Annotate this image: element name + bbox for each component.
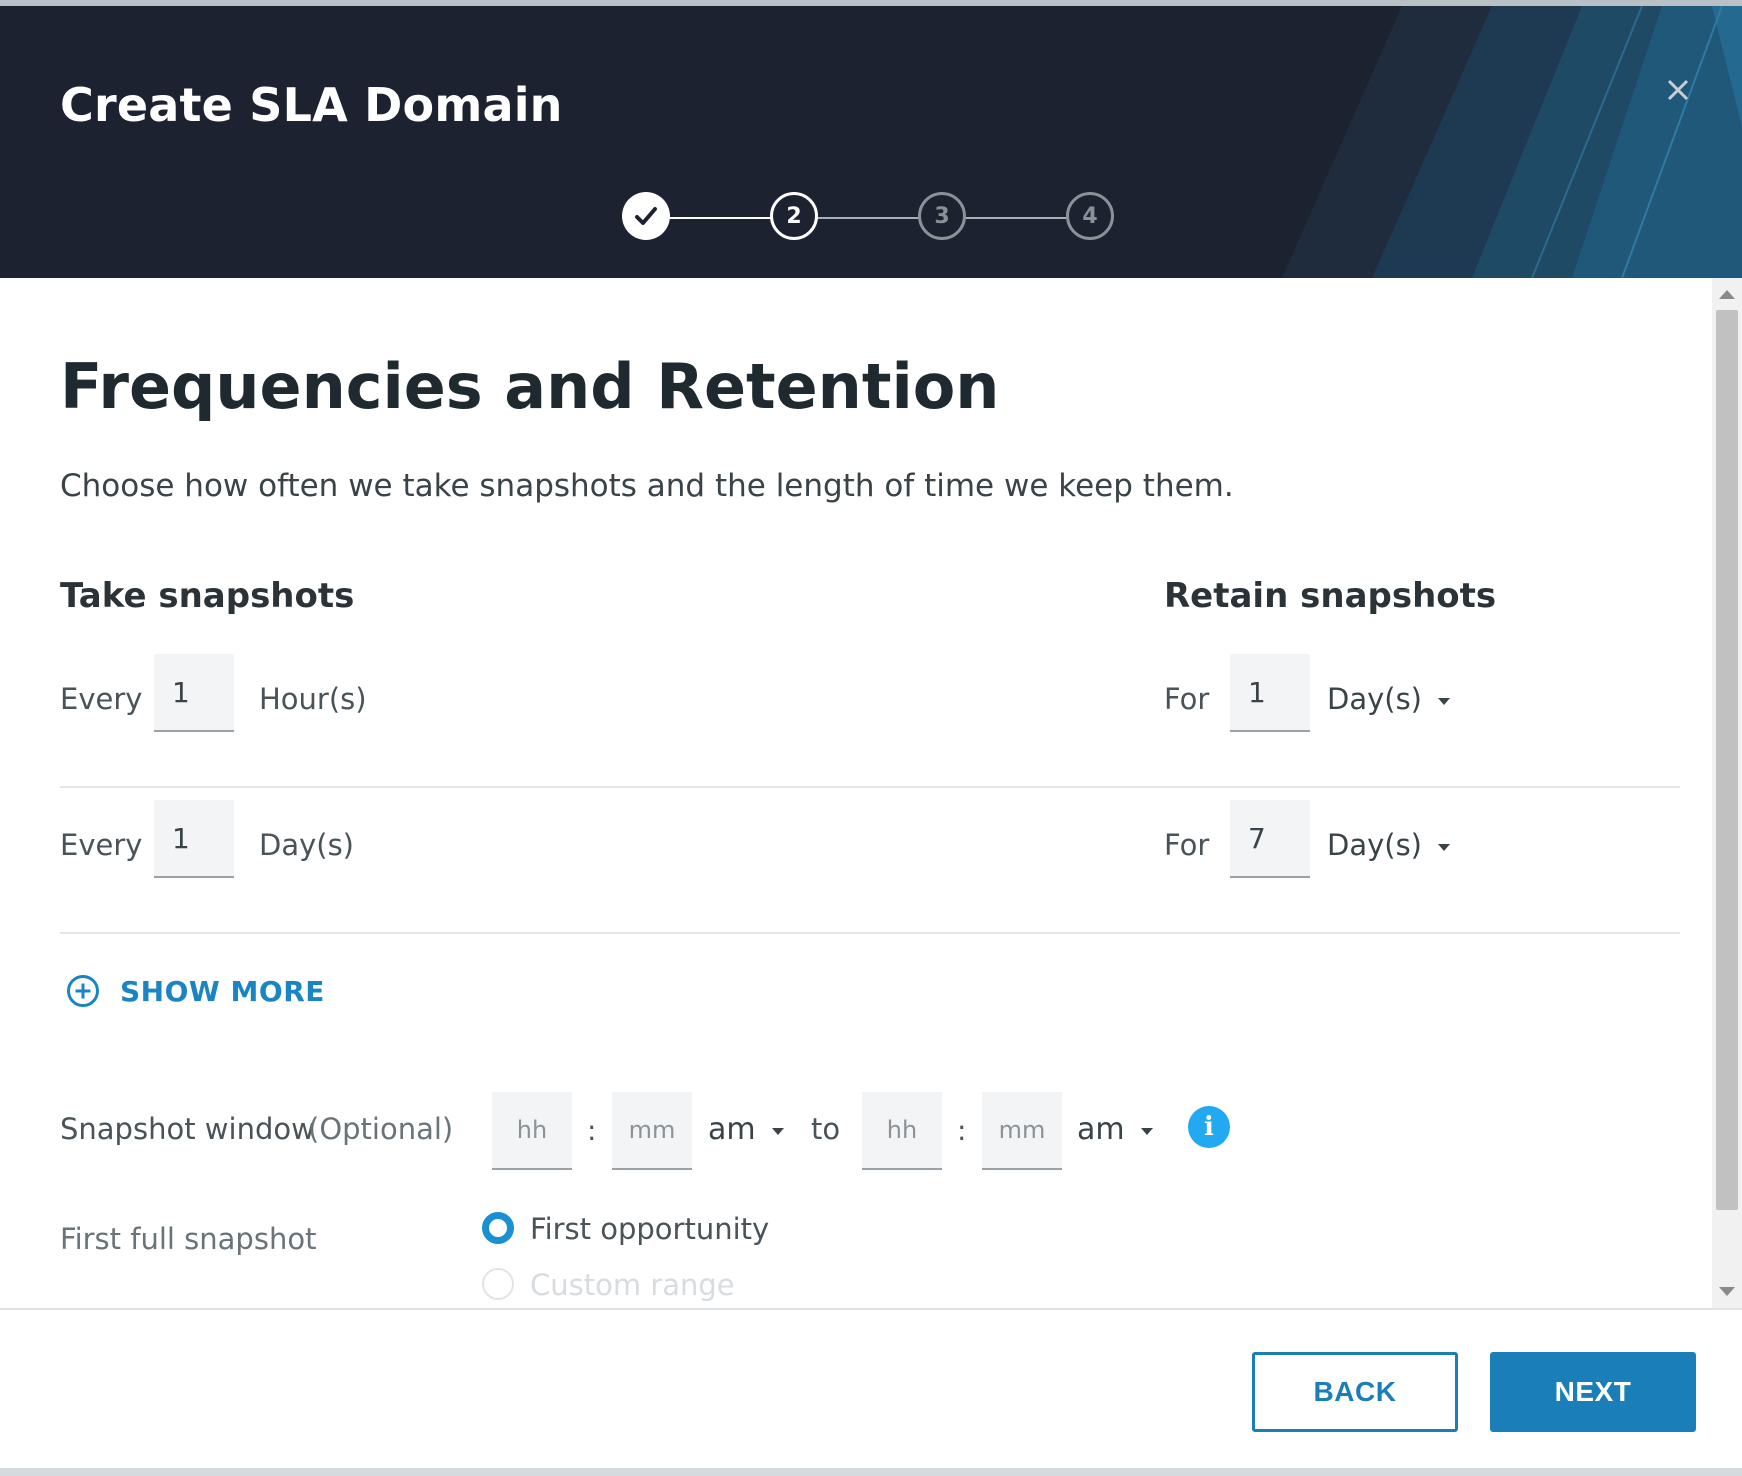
caret-down-icon [1438, 843, 1451, 851]
check-icon [635, 207, 657, 225]
start-ampm-value: am [708, 1112, 756, 1147]
step-1-complete [622, 192, 670, 240]
scrollbar-thumb[interactable] [1716, 310, 1738, 1210]
dialog-footer: BACK NEXT [0, 1308, 1742, 1476]
frequency-row: Every Day(s) For Day(s) [60, 788, 1680, 934]
step-4: 4 [1066, 192, 1114, 240]
frequency-input[interactable] [154, 654, 234, 732]
window-bottom-border [0, 1468, 1742, 1476]
next-button[interactable]: NEXT [1490, 1352, 1696, 1432]
radio-first-opportunity[interactable] [482, 1212, 514, 1244]
take-snapshots-heading: Take snapshots [60, 576, 355, 616]
plus-circle-icon [67, 975, 99, 1007]
scroll-down-arrow-icon[interactable] [1719, 1287, 1735, 1296]
retention-unit-select[interactable]: Day(s) [1327, 682, 1451, 716]
first-full-snapshot-label: First full snapshot [60, 1222, 317, 1256]
first-opportunity-label: First opportunity [530, 1212, 770, 1246]
caret-down-icon [771, 1128, 784, 1135]
step-connector [816, 217, 920, 219]
show-more-button[interactable]: SHOW MORE [66, 974, 325, 1008]
caret-down-icon [1140, 1128, 1153, 1135]
snapshot-window-row: Snapshot window (Optional) : am to : am … [60, 1092, 1680, 1172]
retain-snapshots-heading: Retain snapshots [1164, 576, 1497, 616]
show-more-label: SHOW MORE [120, 974, 325, 1008]
dialog-body: Frequencies and Retention Choose how oft… [0, 278, 1712, 1308]
retention-input[interactable] [1230, 654, 1310, 732]
every-label: Every [60, 828, 143, 862]
info-icon[interactable]: i [1188, 1106, 1230, 1148]
end-ampm-select[interactable]: am [1077, 1112, 1153, 1147]
optional-label: (Optional) [308, 1112, 454, 1146]
start-ampm-select[interactable]: am [708, 1112, 784, 1147]
back-button[interactable]: BACK [1252, 1352, 1458, 1432]
dialog-title: Create SLA Domain [60, 78, 563, 132]
time-separator: : [587, 1114, 597, 1147]
for-label: For [1164, 828, 1210, 862]
step-2-current: 2 [770, 192, 818, 240]
step-connector [964, 217, 1068, 219]
retention-input[interactable] [1230, 800, 1310, 878]
close-icon[interactable] [1658, 70, 1698, 110]
snapshot-window-label: Snapshot window [60, 1112, 315, 1146]
retention-unit-value: Day(s) [1327, 828, 1423, 862]
scroll-up-arrow-icon[interactable] [1719, 290, 1735, 299]
start-minute-input[interactable] [612, 1092, 692, 1170]
end-hour-input[interactable] [862, 1092, 942, 1170]
frequency-input[interactable] [154, 800, 234, 878]
time-separator: : [957, 1114, 967, 1147]
radio-custom-range[interactable] [482, 1268, 514, 1300]
retention-unit-select[interactable]: Day(s) [1327, 828, 1451, 862]
page-title: Frequencies and Retention [60, 350, 1000, 423]
step-connector [668, 217, 772, 219]
end-minute-input[interactable] [982, 1092, 1062, 1170]
custom-range-label: Custom range [530, 1268, 735, 1302]
every-label: Every [60, 682, 143, 716]
frequency-unit: Hour(s) [259, 682, 367, 716]
page-description: Choose how often we take snapshots and t… [60, 468, 1234, 504]
frequency-unit: Day(s) [259, 828, 355, 862]
vertical-scrollbar[interactable] [1712, 278, 1742, 1308]
for-label: For [1164, 682, 1210, 716]
dialog-header: Create SLA Domain 2 3 4 [0, 6, 1742, 278]
wizard-stepper: 2 3 4 [622, 190, 1118, 246]
retention-unit-value: Day(s) [1327, 682, 1423, 716]
end-ampm-value: am [1077, 1112, 1125, 1147]
to-label: to [811, 1112, 841, 1146]
caret-down-icon [1438, 697, 1451, 705]
start-hour-input[interactable] [492, 1092, 572, 1170]
header-decoration [1282, 6, 1742, 278]
frequency-row: Every Hour(s) For Day(s) [60, 642, 1680, 788]
step-3: 3 [918, 192, 966, 240]
